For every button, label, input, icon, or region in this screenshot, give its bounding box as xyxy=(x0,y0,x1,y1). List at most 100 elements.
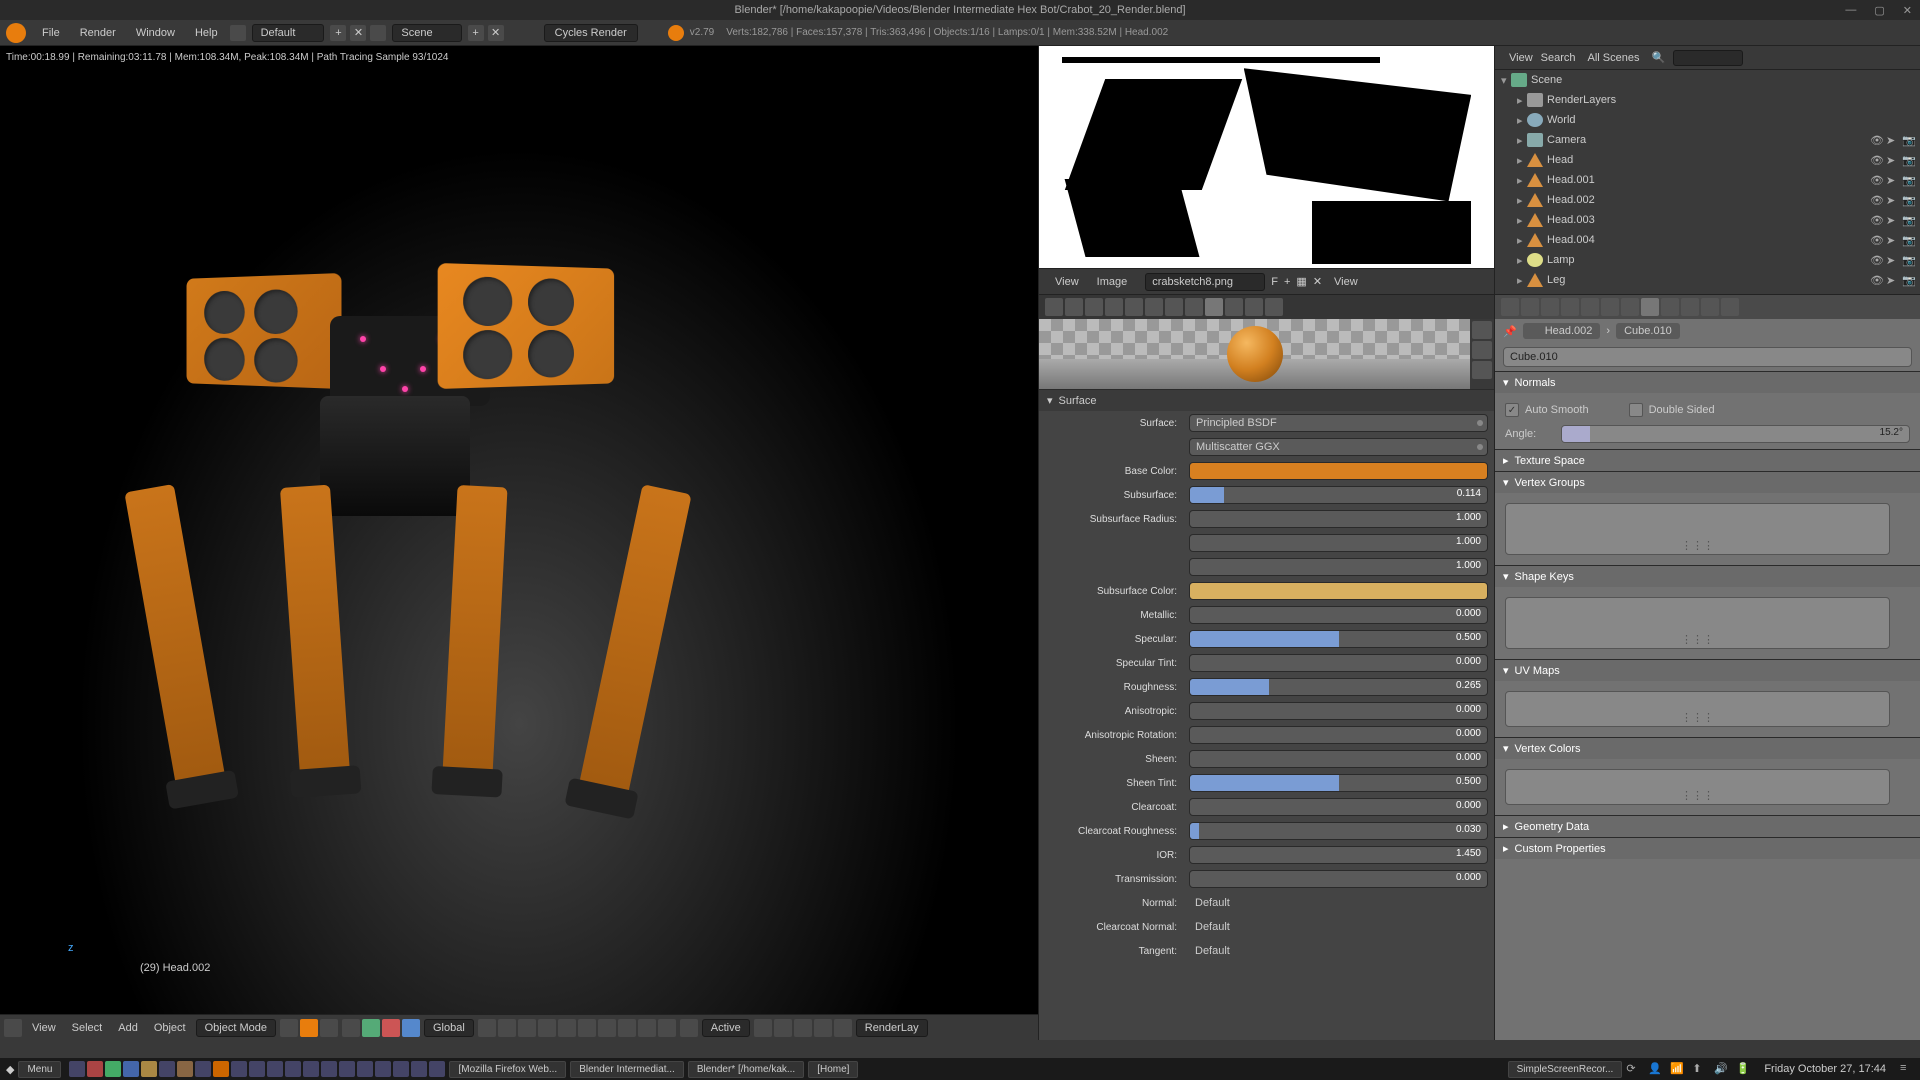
menu-render[interactable]: Render xyxy=(70,27,126,39)
layout-delete-icon[interactable]: ✕ xyxy=(350,25,366,41)
tab-modifier-icon[interactable] xyxy=(1165,298,1183,316)
ie-view-dropdown[interactable]: View xyxy=(1334,276,1358,288)
vertex-groups-list[interactable]: ⋮⋮⋮ xyxy=(1505,503,1890,555)
ior-slider[interactable]: 1.450 xyxy=(1189,846,1488,864)
launch-icon-2[interactable] xyxy=(87,1061,103,1077)
anisotropic-rot-slider[interactable]: 0.000 xyxy=(1189,726,1488,744)
tab-layers-icon[interactable] xyxy=(1065,298,1083,316)
tray-icon-updates[interactable]: ⬆ xyxy=(1692,1062,1706,1076)
launch-icon-1[interactable] xyxy=(69,1061,85,1077)
pivot-icon[interactable] xyxy=(342,1019,360,1037)
taskbar-ssr[interactable]: SimpleScreenRecor... xyxy=(1508,1061,1623,1078)
tab-texture-icon[interactable] xyxy=(1225,298,1243,316)
launch-icon-19[interactable] xyxy=(393,1061,409,1077)
manipulator-icon-2[interactable] xyxy=(382,1019,400,1037)
layout-prev-icon[interactable] xyxy=(230,25,246,41)
tree-head003[interactable]: ▸Head.003👁➤📷 xyxy=(1495,210,1920,230)
outliner-search[interactable]: Search xyxy=(1541,52,1576,64)
dtab-texture-icon[interactable] xyxy=(1681,298,1699,316)
vf-view[interactable]: View xyxy=(26,1020,62,1036)
image-view-area[interactable] xyxy=(1039,46,1494,268)
outliner-view[interactable]: View xyxy=(1509,52,1533,64)
snap-type-icon[interactable] xyxy=(774,1019,792,1037)
tangent-dropdown[interactable]: Default xyxy=(1189,942,1488,960)
launch-icon-14[interactable] xyxy=(303,1061,319,1077)
launch-icon-12[interactable] xyxy=(267,1061,283,1077)
menu-help[interactable]: Help xyxy=(185,27,228,39)
dtab-world-icon[interactable] xyxy=(1561,298,1579,316)
3d-viewport[interactable]: Time:00:18.99 | Remaining:03:11.78 | Mem… xyxy=(0,46,1038,1040)
vf-add[interactable]: Add xyxy=(112,1020,144,1036)
editor-type-icon[interactable] xyxy=(4,1019,22,1037)
layout-add-icon[interactable]: + xyxy=(330,25,346,41)
tray-icon-user[interactable]: 👤 xyxy=(1648,1062,1662,1076)
vf-select[interactable]: Select xyxy=(66,1020,109,1036)
ssr3-slider[interactable]: 1.000 xyxy=(1189,558,1488,576)
base-color-swatch[interactable] xyxy=(1189,462,1488,480)
tab-scene-icon[interactable] xyxy=(1085,298,1103,316)
launch-icon-9[interactable] xyxy=(213,1061,229,1077)
dtab-scene-icon[interactable] xyxy=(1541,298,1559,316)
dtab-particles-icon[interactable] xyxy=(1701,298,1719,316)
tree-renderlayers[interactable]: ▸RenderLayers xyxy=(1495,90,1920,110)
start-menu-icon[interactable]: ◆ xyxy=(6,1063,14,1076)
ie-image[interactable]: Image xyxy=(1091,274,1134,290)
dtab-data-icon[interactable] xyxy=(1641,298,1659,316)
scene-dropdown[interactable]: Scene xyxy=(392,24,461,42)
panel-texspace-header[interactable]: ▸Texture Space xyxy=(1495,449,1920,471)
dtab-object-icon[interactable] xyxy=(1581,298,1599,316)
tree-head002[interactable]: ▸Head.002👁➤📷 xyxy=(1495,190,1920,210)
preview-type-sphere-icon[interactable] xyxy=(1472,341,1492,359)
clearcoat-normal-dropdown[interactable]: Default xyxy=(1189,918,1488,936)
tree-scene[interactable]: ▾Scene xyxy=(1495,70,1920,90)
vf-renderlayer[interactable]: RenderLay xyxy=(856,1019,928,1037)
tree-camera[interactable]: ▸Camera👁➤📷 xyxy=(1495,130,1920,150)
dtab-modifier-icon[interactable] xyxy=(1621,298,1639,316)
menu-window[interactable]: Window xyxy=(126,27,185,39)
launch-icon-15[interactable] xyxy=(321,1061,337,1077)
dtab-render-icon[interactable] xyxy=(1501,298,1519,316)
panel-vertexcolors-header[interactable]: ▾Vertex Colors xyxy=(1495,737,1920,759)
ie-view[interactable]: View xyxy=(1049,274,1085,290)
mesh-name-input[interactable] xyxy=(1503,347,1912,367)
search-icon[interactable]: 🔍 xyxy=(1652,51,1666,64)
vertex-colors-list[interactable]: ⋮⋮⋮ xyxy=(1505,769,1890,805)
tab-material-icon[interactable] xyxy=(1205,298,1223,316)
maximize-icon[interactable]: ▢ xyxy=(1874,4,1884,17)
opengl-render-icon[interactable] xyxy=(814,1019,832,1037)
active-layer-dropdown[interactable]: Active xyxy=(702,1019,750,1037)
breadcrumb-object[interactable]: Head.002 xyxy=(1523,323,1601,339)
panel-surface-header[interactable]: ▾Surface xyxy=(1039,389,1494,411)
shading-icon-3[interactable] xyxy=(320,1019,338,1037)
tray-icon-volume[interactable]: 🔊 xyxy=(1714,1062,1728,1076)
subsurface-color-swatch[interactable] xyxy=(1189,582,1488,600)
launch-icon-7[interactable] xyxy=(177,1061,193,1077)
taskbar-firefox[interactable]: [Mozilla Firefox Web... xyxy=(449,1061,566,1078)
pin-icon[interactable]: 📌 xyxy=(1503,325,1517,338)
launch-icon-20[interactable] xyxy=(411,1061,427,1077)
tab-physics-icon[interactable] xyxy=(1265,298,1283,316)
tree-head004[interactable]: ▸Head.004👁➤📷 xyxy=(1495,230,1920,250)
tab-constraint-icon[interactable] xyxy=(1145,298,1163,316)
image-unlink-icon[interactable]: ✕ xyxy=(1313,275,1322,288)
taskbar-blender-folder[interactable]: Blender Intermediat... xyxy=(570,1061,684,1078)
uv-maps-list[interactable]: ⋮⋮⋮ xyxy=(1505,691,1890,727)
tab-world-icon[interactable] xyxy=(1105,298,1123,316)
preview-type-flat-icon[interactable] xyxy=(1472,321,1492,339)
outliner-tree[interactable]: ▾Scene ▸RenderLayers ▸World ▸Camera👁➤📷 ▸… xyxy=(1495,70,1920,294)
specular-tint-slider[interactable]: 0.000 xyxy=(1189,654,1488,672)
shading-icon-1[interactable] xyxy=(280,1019,298,1037)
scene-browse-icon[interactable] xyxy=(370,25,386,41)
snap-icon[interactable] xyxy=(754,1019,772,1037)
blender-logo-icon[interactable] xyxy=(6,23,26,43)
render-engine-dropdown[interactable]: Cycles Render xyxy=(544,24,638,42)
image-new-icon[interactable]: + xyxy=(1284,276,1290,288)
clearcoat-slider[interactable]: 0.000 xyxy=(1189,798,1488,816)
launch-icon-10[interactable] xyxy=(231,1061,247,1077)
launch-icon-16[interactable] xyxy=(339,1061,355,1077)
preview-type-cube-icon[interactable] xyxy=(1472,361,1492,379)
taskbar-clock[interactable]: Friday October 27, 17:44 xyxy=(1764,1063,1886,1075)
panel-uvmaps-header[interactable]: ▾UV Maps xyxy=(1495,659,1920,681)
taskbar-home[interactable]: [Home] xyxy=(808,1061,858,1078)
dtab-physics-icon[interactable] xyxy=(1721,298,1739,316)
